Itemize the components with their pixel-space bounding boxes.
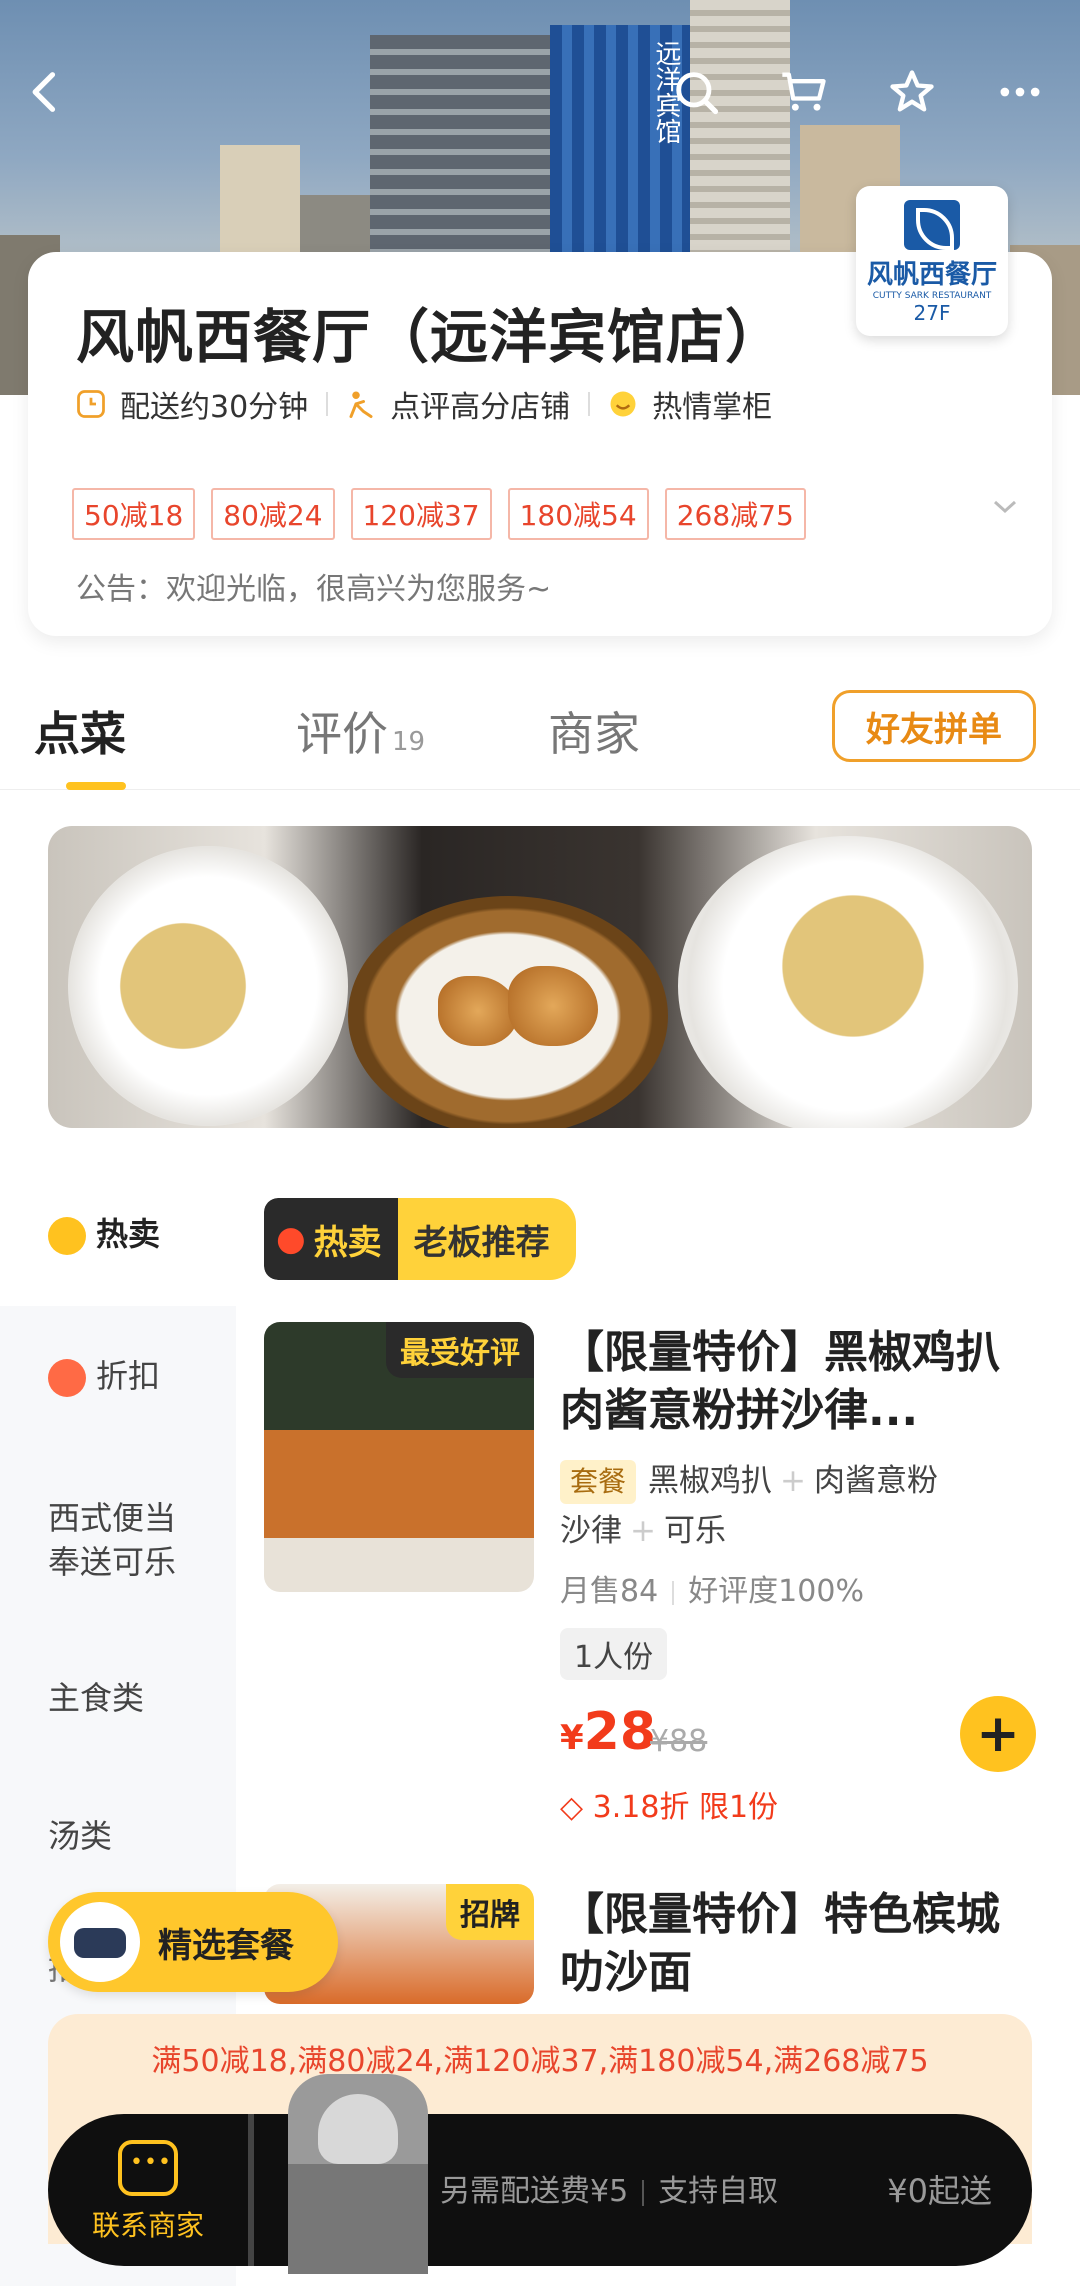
tab-order[interactable]: 点菜 bbox=[34, 698, 126, 764]
coupon-list[interactable]: 50减18 80减24 120减37 180减54 268减75 bbox=[72, 488, 822, 540]
store-tabs: 点菜 评价 19 商家 好友拼单 bbox=[0, 690, 1080, 790]
product-ribbon: 招牌 bbox=[446, 1884, 534, 1940]
feature-friendly-host: 热情掌柜 bbox=[608, 382, 772, 426]
category-discount[interactable]: 折扣 bbox=[48, 1354, 208, 1398]
favorite-star-icon[interactable] bbox=[882, 62, 942, 122]
store-features: 配送约30分钟 点评高分店铺 热情掌柜 bbox=[76, 382, 772, 426]
promo-banner-image[interactable] bbox=[48, 826, 1032, 1128]
flame-icon: ● bbox=[276, 1219, 306, 1259]
min-order-label: ¥0起送 bbox=[887, 2172, 992, 2210]
coupon-tag[interactable]: 120减37 bbox=[350, 488, 492, 540]
coupon-tag[interactable]: 180减54 bbox=[507, 488, 649, 540]
sail-logo-icon bbox=[904, 200, 960, 250]
tab-merchant[interactable]: 商家 bbox=[548, 698, 640, 764]
product-set-items: 套餐 黑椒鸡扒 + 肉酱意粉 沙律 + 可乐 bbox=[560, 1456, 1020, 1556]
product-image[interactable]: 最受好评 bbox=[264, 1322, 534, 1592]
coupon-tag[interactable]: 80减24 bbox=[211, 488, 335, 540]
product-price: ¥28 bbox=[560, 1702, 657, 1762]
original-price: ¥88 bbox=[650, 1724, 708, 1759]
search-icon[interactable] bbox=[666, 62, 726, 122]
contact-merchant-button[interactable]: 联系商家 bbox=[48, 2114, 248, 2266]
more-icon[interactable] bbox=[990, 62, 1050, 122]
tag-icon: ◇ bbox=[560, 1790, 593, 1825]
delivery-info: 另需配送费¥5 支持自取 bbox=[440, 2174, 779, 2209]
store-name: 风帆西餐厅（远洋宾馆店） bbox=[76, 303, 785, 371]
back-icon[interactable] bbox=[16, 62, 76, 122]
set-badge: 套餐 bbox=[560, 1460, 637, 1504]
category-soup[interactable]: 汤类 bbox=[48, 1814, 208, 1858]
coupon-tag[interactable]: 268减75 bbox=[664, 488, 806, 540]
category-hot[interactable]: 热卖 bbox=[48, 1212, 208, 1256]
portion-badge: 1人份 bbox=[560, 1628, 668, 1680]
feature-high-rating: 点评高分店铺 bbox=[346, 382, 570, 426]
featured-sets-button[interactable]: 精选套餐 bbox=[48, 1892, 338, 1992]
smile-icon bbox=[610, 391, 636, 417]
discount-info: ◇ 3.18折 限1份 bbox=[560, 1790, 779, 1825]
group-order-button[interactable]: 好友拼单 bbox=[832, 690, 1036, 762]
clock-icon bbox=[77, 390, 105, 418]
flame-icon bbox=[48, 1217, 86, 1255]
store-notice: 公告：欢迎光临，很高兴为您服务~ bbox=[76, 572, 552, 607]
cart-icon[interactable] bbox=[774, 62, 834, 122]
product-stats: 月售84 好评度100% bbox=[560, 1574, 864, 1609]
active-tab-indicator bbox=[66, 782, 126, 790]
store-logo: 风帆西餐厅 CUTTY SARK RESTAURANT 27F bbox=[856, 186, 1008, 336]
courier-mascot-icon bbox=[288, 2074, 428, 2274]
coupon-tag[interactable]: 50减18 bbox=[72, 488, 196, 540]
category-western-bento[interactable]: 西式便当奉送可乐 bbox=[48, 1496, 198, 1584]
feature-delivery-time: 配送约30分钟 bbox=[76, 382, 308, 426]
discount-tag-icon bbox=[48, 1359, 86, 1397]
cart-bar[interactable]: 联系商家 另需配送费¥5支持自取 ¥0起送 bbox=[48, 2074, 1032, 2274]
category-staple[interactable]: 主食类 bbox=[48, 1676, 208, 1720]
section-hot-tag: ● 热卖 老板推荐 bbox=[264, 1198, 576, 1280]
review-count: 19 bbox=[392, 727, 426, 757]
chevron-down-icon[interactable] bbox=[992, 492, 1018, 522]
person-star-icon bbox=[349, 391, 373, 418]
robot-mascot-icon bbox=[60, 1902, 140, 1982]
product-name[interactable]: 【限量特价】黑椒鸡扒肉酱意粉拼沙律... bbox=[560, 1324, 1040, 1440]
product-name[interactable]: 【限量特价】特色槟城叻沙面 bbox=[560, 1886, 1040, 2002]
chat-bubble-icon bbox=[118, 2140, 178, 2196]
product-ribbon: 最受好评 bbox=[386, 1322, 534, 1378]
tab-reviews[interactable]: 评价 19 bbox=[296, 698, 425, 764]
add-to-cart-button[interactable]: + bbox=[960, 1696, 1036, 1772]
